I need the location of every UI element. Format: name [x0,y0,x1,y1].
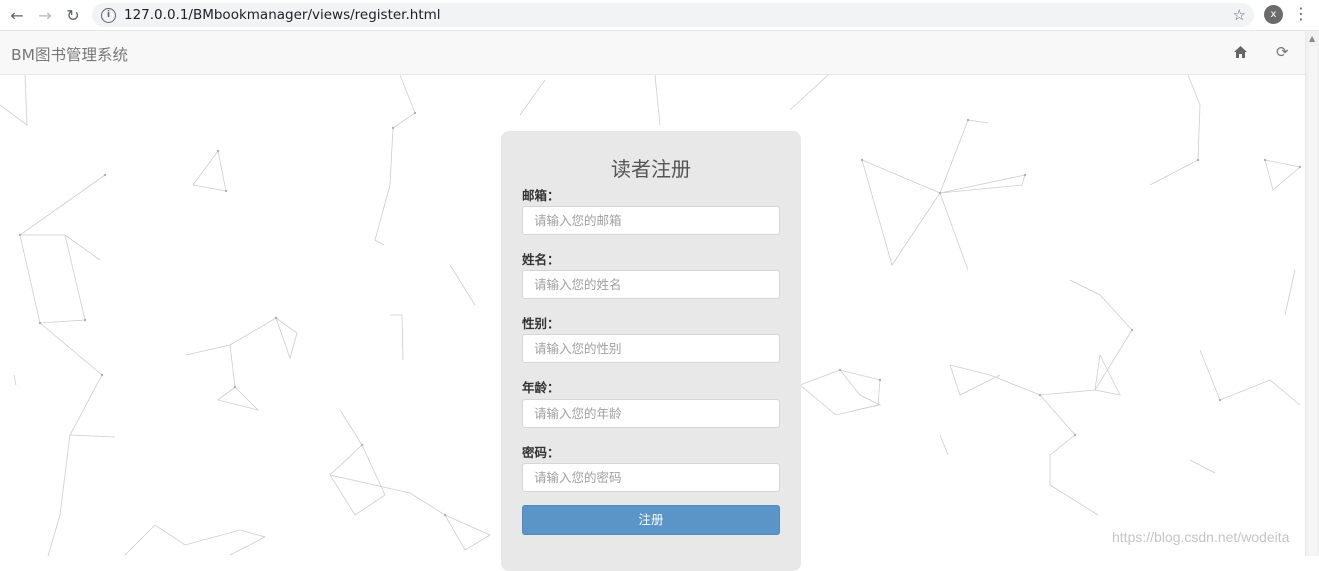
name-label: 姓名： [522,252,560,267]
url-text[interactable]: 127.0.0.1/BMbookmanager/views/register.h… [124,7,441,23]
reload-icon[interactable]: ↻ [60,2,86,28]
email-label: 邮箱： [522,188,560,203]
back-arrow-icon[interactable]: ← [4,2,30,28]
browser-menu-icon[interactable]: ⋮ [1293,5,1309,23]
age-label: 年龄： [522,380,560,395]
bookmark-star-icon[interactable]: ☆ [1233,6,1246,24]
register-form-card: 读者注册 邮箱： 姓名： 性别： 年龄： 密码： 注册 [501,131,801,571]
form-title: 读者注册 [611,157,691,181]
password-label: 密码： [522,445,560,460]
scroll-up-arrow-icon[interactable]: ▲ [1309,34,1315,43]
app-navbar: BM图书管理系统 ⟳ [0,31,1305,75]
browser-toolbar: ← → ↻ i 127.0.0.1/BMbookmanager/views/re… [0,0,1319,31]
forward-arrow-icon[interactable]: → [32,2,58,28]
name-field[interactable] [522,270,780,299]
email-field[interactable] [522,206,780,235]
profile-avatar[interactable]: x [1264,5,1283,24]
gender-label: 性别： [522,316,560,331]
watermark-text: https://blog.csdn.net/wodeita [1112,529,1290,545]
refresh-icon[interactable]: ⟳ [1276,44,1289,60]
app-brand[interactable]: BM图书管理系统 [11,43,128,65]
gender-field[interactable] [522,334,780,363]
home-icon[interactable] [1233,44,1248,63]
register-button[interactable]: 注册 [522,505,780,535]
page-scrollbar[interactable]: ▲ [1305,31,1319,556]
site-info-icon[interactable]: i [101,7,116,23]
password-field[interactable] [522,463,780,492]
scroll-thumb[interactable] [1309,47,1317,556]
age-field[interactable] [522,399,780,428]
address-bar[interactable]: i 127.0.0.1/BMbookmanager/views/register… [92,3,1254,27]
